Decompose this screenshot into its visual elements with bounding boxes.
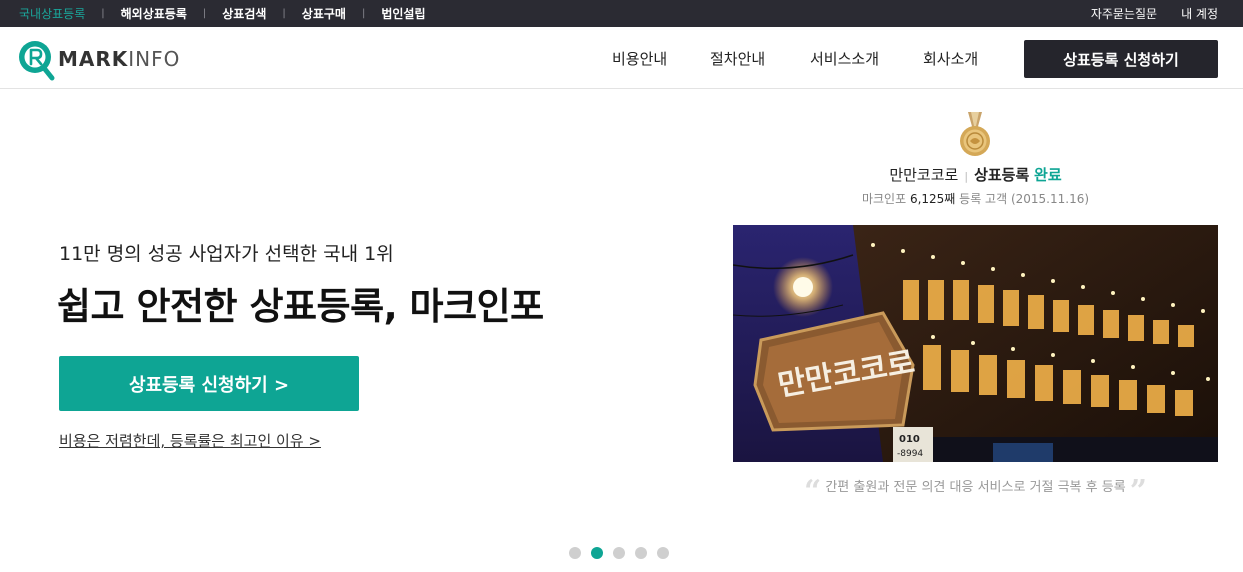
faq-link[interactable]: 자주묻는질문	[1091, 5, 1157, 22]
markinfo-logo[interactable]: MARKINFO	[18, 40, 180, 81]
nav-pricing[interactable]: 비용안내	[612, 48, 667, 69]
site-header: MARKINFO 비용안내 절차안내 서비스소개 회사소개 상표등록 신청하기	[0, 27, 1243, 89]
menu-domestic-trademark[interactable]: 국내상표등록	[19, 5, 85, 22]
hero-apply-button[interactable]: 상표등록 신청하기 >	[59, 356, 359, 411]
pager-dot-3[interactable]	[613, 547, 625, 559]
phone-sign-text: 010	[899, 434, 920, 445]
account-menu: 자주묻는질문 내 계정	[1091, 0, 1218, 27]
menu-incorporation[interactable]: 법인설립	[381, 5, 425, 22]
case-subline: 마크인포 6,125째 등록 고객 (2015.11.16)	[733, 190, 1218, 207]
menu-divider: |	[202, 8, 207, 19]
why-us-link[interactable]: 비용은 저렴한데, 등록률은 최고인 이유 >	[59, 430, 321, 451]
service-menu: 국내상표등록 | 해외상표등록 | 상표검색 | 상표구매 | 법인설립	[19, 0, 426, 27]
nav-service[interactable]: 서비스소개	[810, 48, 879, 69]
case-sub-prefix: 마크인포	[861, 192, 910, 206]
logo-text-info: INFO	[128, 47, 181, 71]
phone-sign-text-2: -8994	[897, 449, 923, 459]
menu-overseas-trademark[interactable]: 해외상표등록	[121, 5, 187, 22]
nav-company[interactable]: 회사소개	[923, 48, 978, 69]
gold-medal-icon	[959, 112, 991, 158]
menu-divider: |	[282, 8, 286, 19]
r-magnifier-logo-icon	[18, 40, 56, 81]
nav-procedure[interactable]: 절차안내	[710, 48, 765, 69]
my-account-link[interactable]: 내 계정	[1181, 5, 1218, 22]
open-quote-icon: “	[803, 474, 822, 509]
pager-dot-5[interactable]	[657, 547, 669, 559]
pager-dot-2[interactable]	[591, 547, 603, 559]
hero-title: 쉽고 안전한 상표등록, 마크인포	[57, 285, 544, 328]
logo-text-mark: MARK	[58, 47, 129, 71]
menu-trademark-purchase[interactable]: 상표구매	[302, 5, 346, 22]
apply-trademark-button[interactable]: 상표등록 신청하기	[1024, 40, 1218, 78]
menu-divider: |	[101, 8, 105, 19]
case-headline: 만만코코로 | 상표등록 완료	[733, 164, 1218, 185]
menu-trademark-search[interactable]: 상표검색	[222, 5, 266, 22]
pager-dot-4[interactable]	[635, 547, 647, 559]
case-label: 상표등록	[974, 166, 1030, 184]
pager-dot-1[interactable]	[569, 547, 581, 559]
case-divider: |	[964, 170, 969, 183]
case-sub-suffix: 등록 고객 (2015.11.16)	[955, 192, 1090, 206]
case-quote-text: 간편 출원과 전문 의견 대응 서비스로 거절 극복 후 등록	[825, 480, 1126, 495]
close-quote-icon: ”	[1129, 474, 1148, 509]
top-utility-bar: 국내상표등록 | 해외상표등록 | 상표검색 | 상표구매 | 법인설립 자주묻…	[0, 0, 1243, 27]
case-brand: 만만코코로	[889, 166, 959, 184]
case-status: 완료	[1034, 166, 1062, 184]
slide-pager	[569, 547, 669, 559]
store-photo: 만만코코로 010 -8994	[733, 225, 1218, 462]
hero-subtitle: 11만 명의 성공 사업자가 선택한 국내 1위	[59, 243, 394, 265]
case-quote: “ 간편 출원과 전문 의견 대응 서비스로 거절 극복 후 등록 ”	[733, 474, 1218, 509]
menu-divider: |	[361, 8, 366, 19]
logo-wordmark: MARKINFO	[58, 47, 180, 71]
case-count: 6,125째	[909, 192, 956, 206]
